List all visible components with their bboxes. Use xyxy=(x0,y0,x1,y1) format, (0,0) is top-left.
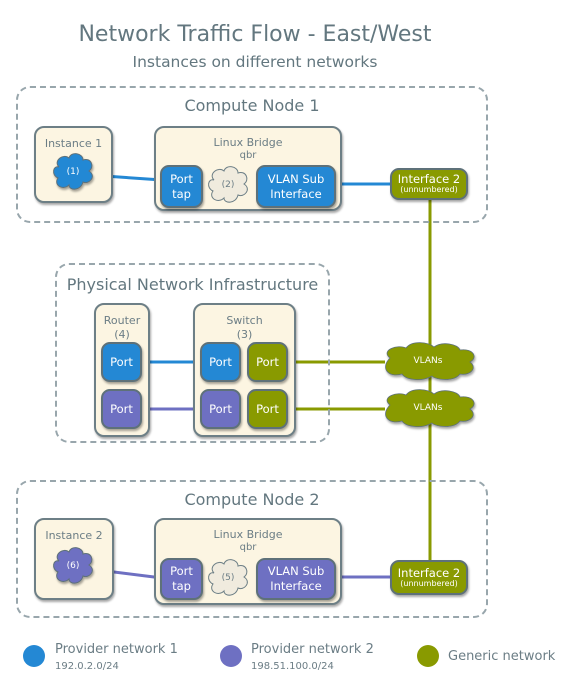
legend-provider-1-subnet: 192.0.2.0/24 xyxy=(55,661,119,672)
instance-1-cloud-label: (1) xyxy=(66,167,80,177)
clouds-layer xyxy=(53,153,475,596)
instance-2-cloud-label: (6) xyxy=(66,561,80,571)
generic-network-swatch xyxy=(417,645,439,667)
provider-network-2-swatch xyxy=(220,645,242,667)
vlans-2-label: VLANs xyxy=(413,403,443,413)
bridge-2-cloud-label: (5) xyxy=(221,573,235,583)
legend-provider-2-name: Provider network 2 xyxy=(251,642,374,657)
legend-provider-2-subnet: 198.51.100.0/24 xyxy=(251,661,334,672)
legend-provider-1-name: Provider network 1 xyxy=(55,642,178,657)
bridge-1-cloud-label: (2) xyxy=(221,180,235,190)
provider-network-1-swatch xyxy=(23,645,45,667)
legend-generic-name: Generic network xyxy=(448,649,556,664)
vlans-1-label: VLANs xyxy=(413,356,443,366)
